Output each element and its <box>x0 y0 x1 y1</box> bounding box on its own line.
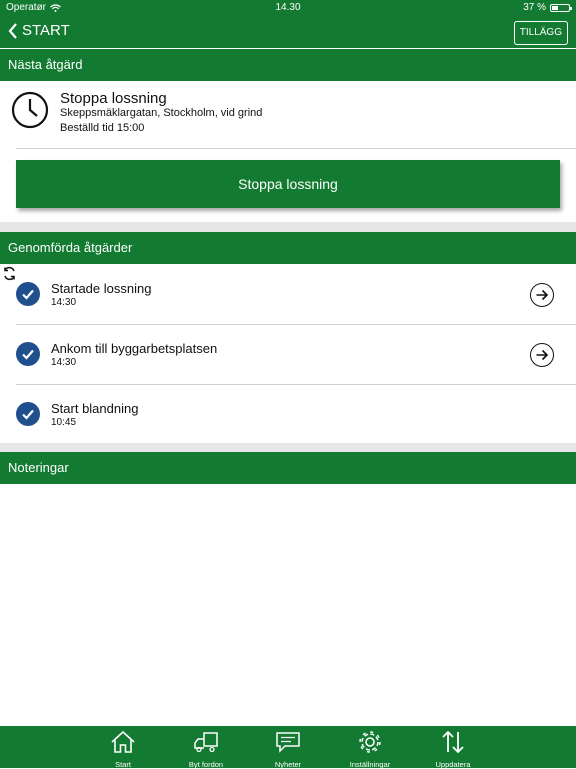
completed-actions-header: Genomförda åtgärder <box>0 232 576 264</box>
completed-item-time: 14:30 <box>51 297 77 308</box>
tab-uppdatera[interactable]: Uppdatera <box>423 730 483 769</box>
stop-unloading-button[interactable]: Stoppa lossning <box>16 160 560 208</box>
tab-bar: Start Byt fordon Nyheter Inställningar U… <box>0 726 576 769</box>
tillagg-button[interactable]: TILLÄGG <box>513 21 568 45</box>
tab-nyheter[interactable]: Nyheter <box>258 730 318 769</box>
completed-item[interactable]: Startade lossning 14:30 <box>0 264 576 324</box>
completed-item[interactable]: Start blandning 10:45 <box>0 384 576 444</box>
chevron-left-icon <box>8 22 17 39</box>
tab-byt-fordon[interactable]: Byt fordon <box>176 730 236 769</box>
completed-item-time: 14:30 <box>51 357 77 368</box>
home-icon <box>111 730 135 753</box>
check-icon <box>16 342 40 366</box>
next-action-header: Nästa åtgärd <box>0 49 576 81</box>
check-icon <box>16 402 40 426</box>
completed-item-title: Start blandning <box>51 401 139 416</box>
navigation-bar: START TILLÄGG <box>0 16 576 48</box>
divider <box>16 148 576 149</box>
battery-icon <box>550 3 572 12</box>
section-separator <box>0 222 576 232</box>
status-bar: Operatør 14.30 37 % <box>0 0 576 16</box>
completed-item-title: Startade lossning <box>51 281 152 296</box>
back-label: START <box>22 22 70 39</box>
back-button[interactable]: START <box>8 22 70 39</box>
tab-installningar[interactable]: Inställningar <box>340 730 400 769</box>
arrow-right-icon[interactable] <box>530 343 554 367</box>
gear-icon <box>359 731 381 753</box>
battery-percent: 37 % <box>523 2 546 13</box>
notes-header: Noteringar <box>0 452 576 484</box>
completed-item-title: Ankom till byggarbetsplatsen <box>51 341 218 356</box>
tab-start[interactable]: Start <box>93 730 153 769</box>
truck-icon <box>194 732 218 753</box>
next-action-address: Skeppsmäklargatan, Stockholm, vid grind <box>60 107 263 119</box>
next-action-ordered-time: Beställd tid 15:00 <box>60 122 145 134</box>
updown-arrows-icon <box>442 730 464 754</box>
completed-item[interactable]: Ankom till byggarbetsplatsen 14:30 <box>0 324 576 384</box>
message-icon <box>276 732 300 753</box>
completed-item-time: 10:45 <box>51 417 77 428</box>
arrow-right-icon[interactable] <box>530 283 554 307</box>
check-icon <box>16 282 40 306</box>
clock-time: 14.30 <box>275 2 301 13</box>
section-separator <box>0 443 576 452</box>
next-action-title: Stoppa lossning <box>60 90 167 107</box>
clock-icon <box>11 91 49 129</box>
